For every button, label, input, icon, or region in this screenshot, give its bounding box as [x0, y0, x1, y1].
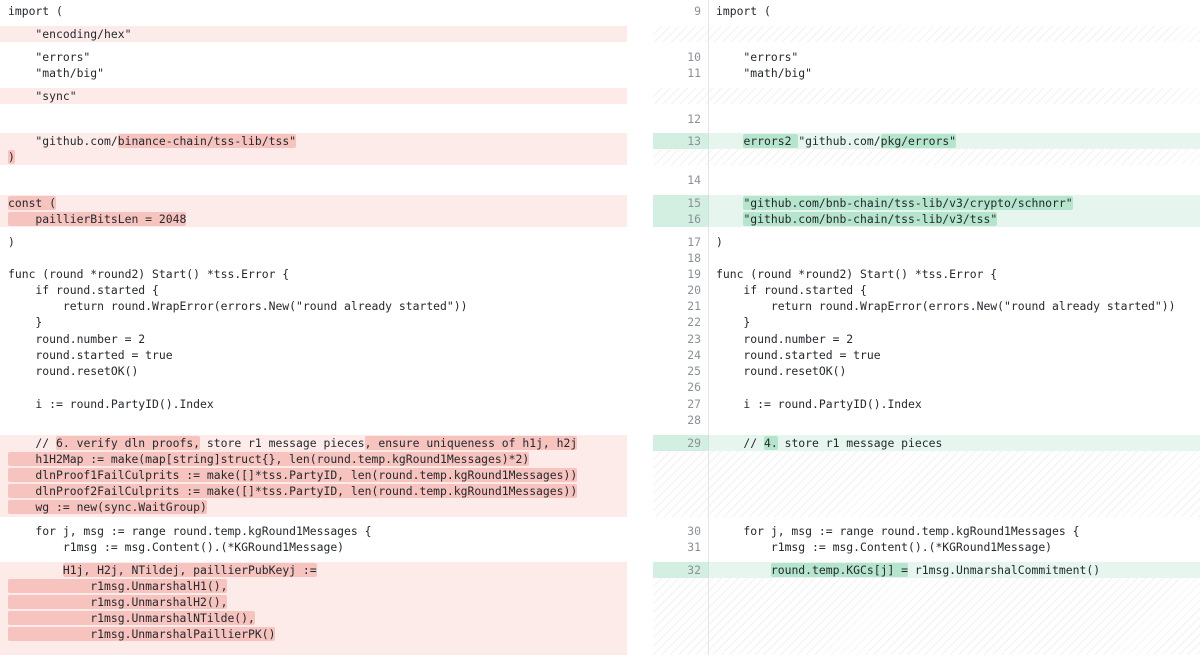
right-added-block: 29 // 4. store r1 message pieces — [653, 435, 1200, 451]
right-added-block: 13 errors2 "github.com/pkg/errors" — [653, 133, 1200, 149]
diff-right-pane: 9 import ( 10 "errors" 11 "math/big" 12 1… — [653, 0, 1200, 655]
left-deleted-block: const ( paillierBitsLen = 2048 — [0, 195, 627, 227]
left-deleted-block: H1j, H2j, NTildej, paillierPubKeyj := r1… — [0, 562, 627, 655]
right-placeholder-block — [653, 149, 1200, 165]
right-added-block: 15 "github.com/bnb-chain/tss-lib/v3/cryp… — [653, 195, 1200, 227]
right-placeholder-block — [653, 578, 1200, 655]
left-deleted-block: "sync" — [0, 88, 627, 104]
right-placeholder-block — [653, 26, 1200, 42]
diff-left-pane: import ( "encoding/hex" "errors" "math/b… — [0, 0, 627, 655]
right-placeholder-block — [653, 451, 1200, 517]
right-placeholder-block — [653, 88, 1200, 104]
left-deleted-block: "github.com/binance-chain/tss-lib/tss" ) — [0, 133, 627, 165]
left-deleted-block: "encoding/hex" — [0, 26, 627, 42]
left-deleted-block: // 6. verify dln proofs, store r1 messag… — [0, 435, 627, 517]
diff-divider — [627, 0, 653, 655]
right-added-block: 32 round.temp.KGCs[j] = r1msg.UnmarshalC… — [653, 562, 1200, 578]
